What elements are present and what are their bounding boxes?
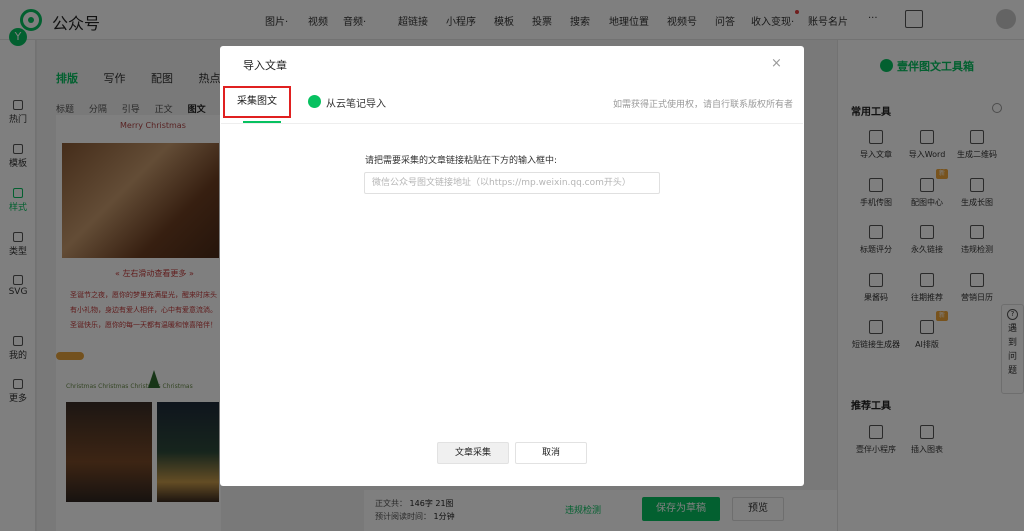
import-article-dialog	[220, 46, 804, 486]
copyright-note: 如需获得正式使用权，请自行联系版权所有者	[613, 100, 794, 110]
tab-divider	[221, 123, 803, 124]
article-url-input[interactable]	[364, 172, 660, 194]
instruction-text: 请把需要采集的文章链接粘贴在下方的输入框中:	[365, 156, 558, 166]
collect-article-button[interactable]: 文章采集	[437, 442, 509, 464]
cancel-button[interactable]: 取消	[515, 442, 587, 464]
dialog-title: 导入文章	[243, 59, 287, 72]
cloud-note-icon	[308, 95, 321, 108]
tab-collect-article[interactable]: 采集图文	[223, 86, 291, 118]
close-icon[interactable]: ×	[771, 56, 782, 71]
tab-import-cloud-note[interactable]: 从云笔记导入	[326, 95, 386, 110]
